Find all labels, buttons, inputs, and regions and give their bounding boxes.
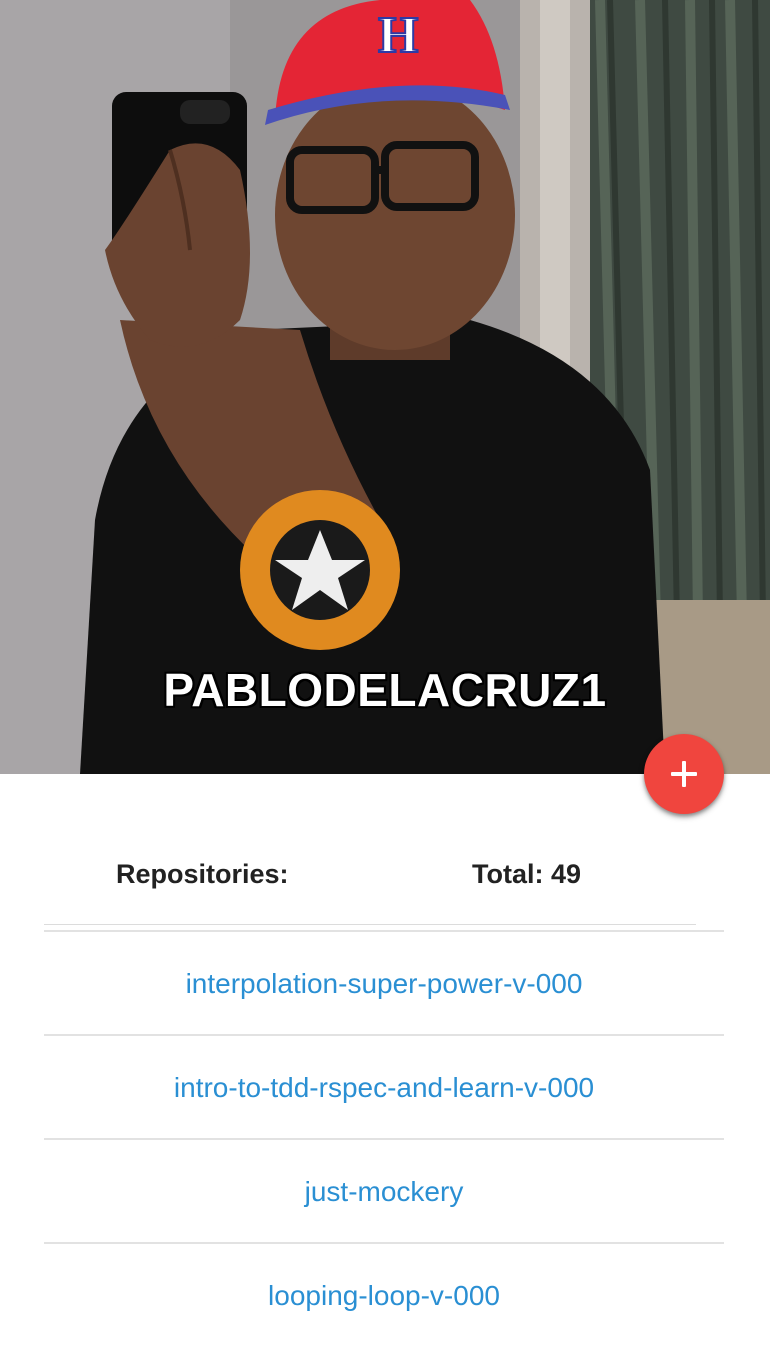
repositories-label: Repositories: bbox=[116, 859, 289, 889]
profile-photo: H PABLODELACRUZ1 bbox=[0, 0, 770, 774]
repository-link[interactable]: just-mockery bbox=[305, 1174, 464, 1210]
repository-link[interactable]: intro-to-tdd-rspec-and-learn-v-000 bbox=[174, 1070, 594, 1106]
list-item: intro-to-tdd-rspec-and-learn-v-000 bbox=[44, 1034, 724, 1138]
svg-text:H: H bbox=[378, 7, 418, 64]
profile-page: H PABLODELACRUZ1 Repositories: Total: 49… bbox=[0, 0, 770, 1370]
divider bbox=[44, 924, 696, 925]
repository-link[interactable]: interpolation-super-power-v-000 bbox=[186, 966, 583, 1002]
list-item: interpolation-super-power-v-000 bbox=[44, 930, 724, 1034]
list-item: looping-loop-v-000 bbox=[44, 1242, 724, 1346]
profile-photo-illustration: H bbox=[0, 0, 770, 774]
repositories-header: Repositories: Total: 49 bbox=[0, 852, 770, 896]
username-heading: PABLODELACRUZ1 bbox=[163, 664, 607, 716]
list-item: just-mockery bbox=[44, 1138, 724, 1242]
repository-link[interactable]: looping-loop-v-000 bbox=[268, 1278, 500, 1314]
add-button[interactable] bbox=[644, 734, 724, 814]
repository-list: interpolation-super-power-v-000 intro-to… bbox=[44, 930, 724, 1346]
repositories-total: Total: 49 bbox=[472, 859, 582, 889]
